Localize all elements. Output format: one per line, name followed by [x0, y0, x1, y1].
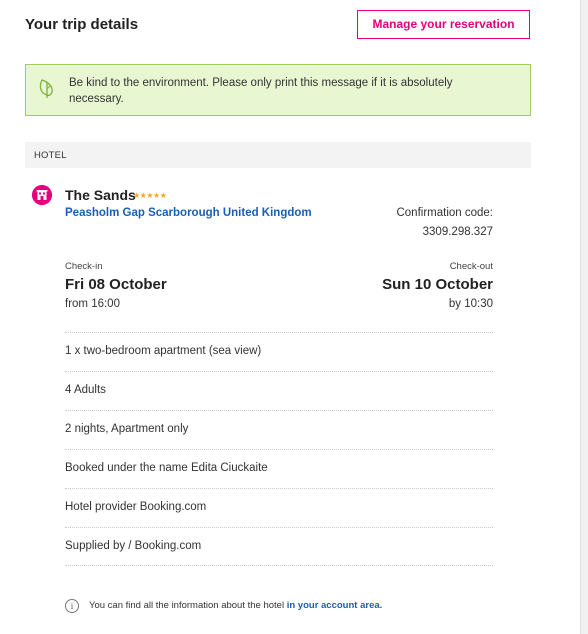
window-edge: [580, 0, 588, 634]
trip-header: Your trip details Manage your reservatio…: [25, 10, 530, 40]
hotel-icon: [32, 185, 52, 205]
hotel-name: The Sands: [65, 187, 136, 203]
account-info-note: i You can find all the information about…: [65, 599, 505, 615]
detail-nights: 2 nights, Apartment only: [65, 410, 493, 449]
detail-booked-name: Booked under the name Edita Ciuckaite: [65, 449, 493, 488]
checkin-date: Fri 08 October: [65, 276, 167, 293]
detail-supplier: Supplied by / Booking.com: [65, 527, 493, 566]
page-title: Your trip details: [25, 16, 139, 33]
checkout-date: Sun 10 October: [382, 276, 493, 293]
confirmation-label: Confirmation code:: [396, 207, 493, 219]
footer-message: You can find all the information about t…: [89, 600, 285, 611]
detail-provider: Hotel provider Booking.com: [65, 488, 493, 527]
eco-notice: Be kind to the environment. Please only …: [25, 64, 531, 116]
leaf-icon: [39, 79, 53, 98]
section-label: HOTEL: [34, 150, 67, 161]
account-area-link[interactable]: in your account area.: [287, 600, 383, 611]
confirmation-code: 3309.298.327: [422, 226, 493, 238]
checkout-time: by 10:30: [448, 298, 493, 310]
booking-details-list: 1 x two-bedroom apartment (sea view) 4 A…: [65, 332, 493, 566]
star-rating: ★★★★★: [133, 191, 167, 200]
checkout-label: Check-out: [449, 261, 493, 272]
hotel-address-link[interactable]: Peasholm Gap Scarborough United Kingdom: [65, 207, 312, 219]
section-header-hotel: HOTEL: [25, 142, 531, 168]
eco-message: Be kind to the environment. Please only …: [69, 77, 453, 105]
checkin-label: Check-in: [65, 261, 103, 272]
checkin-time: from 16:00: [65, 298, 120, 310]
detail-room: 1 x two-bedroom apartment (sea view): [65, 332, 493, 371]
manage-reservation-button[interactable]: Manage your reservation: [357, 10, 530, 39]
info-icon: i: [65, 599, 79, 613]
detail-guests: 4 Adults: [65, 371, 493, 410]
footer-text: You can find all the information about t…: [89, 600, 382, 611]
